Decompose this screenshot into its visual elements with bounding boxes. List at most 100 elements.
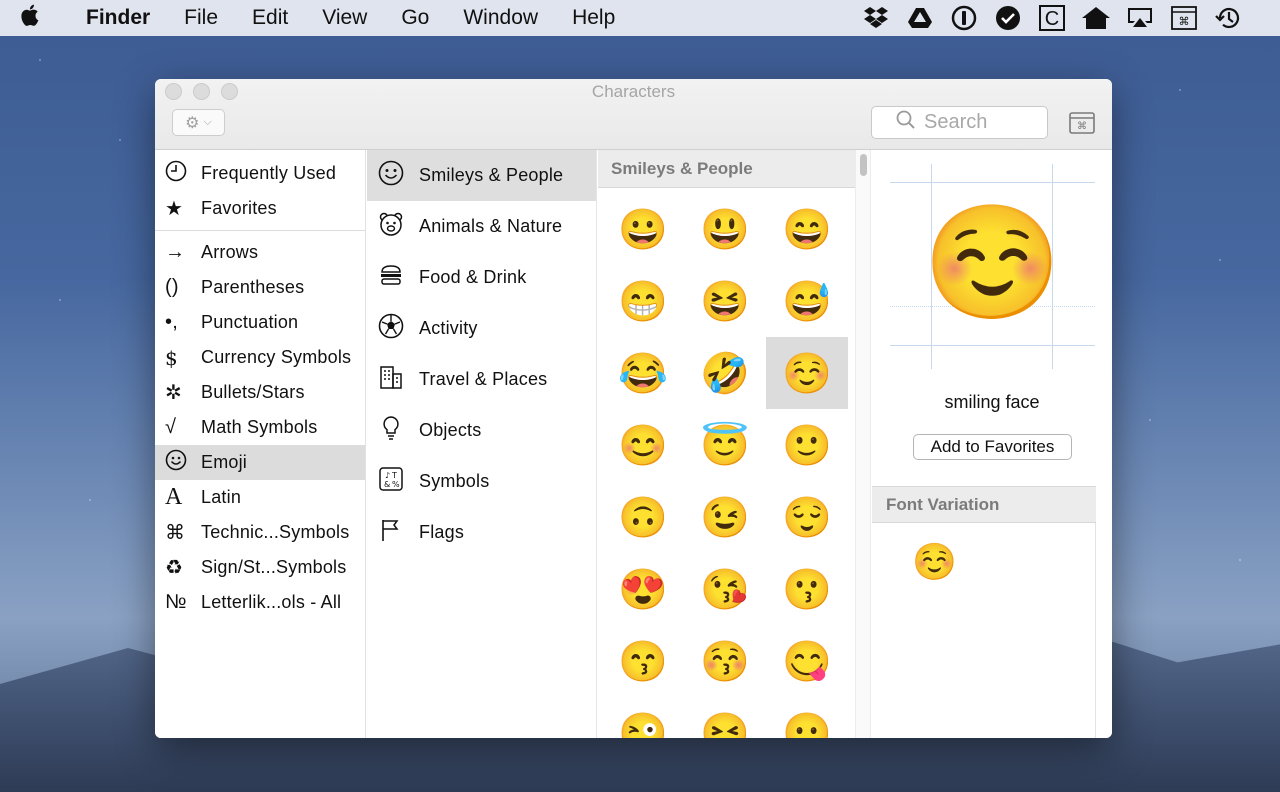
category-label: Latin [201, 487, 242, 507]
c-box-icon[interactable]: C [1030, 0, 1074, 36]
category-punctuation[interactable]: •, Punctuation [155, 305, 365, 340]
smiley-icon [165, 449, 201, 477]
emoji-cell[interactable]: 😇 [684, 409, 766, 481]
characters-window: Characters ⚙ ⌵ Search ⌘ Frequently Used … [155, 79, 1112, 738]
menu-app-name[interactable]: Finder [60, 6, 167, 30]
subcategory-travel-places[interactable]: Travel & Places [367, 354, 596, 405]
lightbulb-icon [378, 415, 419, 447]
category-arrows[interactable]: → Arrows [155, 235, 365, 270]
menu-file[interactable]: File [167, 6, 235, 30]
building-icon [378, 364, 419, 396]
emoji-cell[interactable]: 😉 [684, 481, 766, 553]
subcategory-flags[interactable]: Flags [367, 507, 596, 558]
menu-window[interactable]: Window [446, 6, 555, 30]
category-technical-symbols[interactable]: ⌘ Technic...Symbols [155, 515, 365, 550]
character-grid-pane: Smileys & People 😀 😃 😄 😁 😆 😅 😂 🤣 ☺️ 😊 😇 … [598, 150, 855, 738]
emoji-cell[interactable]: 😗 [766, 553, 848, 625]
search-placeholder: Search [924, 111, 988, 133]
subcategory-label: Objects [419, 420, 482, 440]
emoji-cell[interactable]: 😛 [766, 697, 848, 739]
subcategory-label: Flags [419, 522, 465, 542]
subcategory-symbols[interactable]: ♪ T &% Symbols [367, 456, 596, 507]
emoji-cell[interactable]: 😘 [684, 553, 766, 625]
airplay-icon[interactable] [1118, 0, 1162, 36]
subcategory-label: Travel & Places [419, 369, 548, 389]
category-parentheses[interactable]: () Parentheses [155, 270, 365, 305]
emoji-cell[interactable]: 🙃 [602, 481, 684, 553]
arrow-icon: → [165, 241, 186, 263]
font-variation-glyph[interactable]: ☺️ [912, 541, 957, 583]
menu-edit[interactable]: Edit [235, 6, 305, 30]
add-to-favorites-button[interactable]: Add to Favorites [913, 434, 1072, 460]
keyboard-viewer-button[interactable]: ⌘ [1069, 111, 1095, 135]
subcategory-activity[interactable]: Activity [367, 303, 596, 354]
subcategory-list: Smileys & People Animals & Nature Food &… [367, 150, 597, 738]
menu-bar: Finder File Edit View Go Window Help C ⌘ [0, 0, 1280, 36]
emoji-cell[interactable]: 😀 [602, 193, 684, 265]
category-sign-standard-symbols[interactable]: ♻ Sign/St...Symbols [155, 550, 365, 585]
menu-view[interactable]: View [305, 6, 384, 30]
grid-scrollbar[interactable] [855, 150, 871, 738]
dollar-icon: $ [165, 345, 178, 370]
category-bullets-stars[interactable]: ✲ Bullets/Stars [155, 375, 365, 410]
category-label: Arrows [201, 242, 259, 262]
menu-go[interactable]: Go [384, 6, 446, 30]
emoji-cell[interactable]: 😜 [602, 697, 684, 739]
smiley-icon [378, 160, 419, 192]
emoji-cell-selected[interactable]: ☺️ [766, 337, 848, 409]
character-detail-pane: ☺️ smiling face Add to Favorites Font Va… [872, 150, 1112, 738]
asterisk-icon: ✲ [165, 382, 182, 404]
svg-text:⌘: ⌘ [1077, 121, 1087, 132]
category-label: Sign/St...Symbols [201, 557, 347, 577]
emoji-cell[interactable]: 🙂 [766, 409, 848, 481]
subcategory-food-drink[interactable]: Food & Drink [367, 252, 596, 303]
google-drive-icon[interactable] [898, 0, 942, 36]
punctuation-icon: •, [165, 311, 178, 333]
emoji-cell[interactable]: 😌 [766, 481, 848, 553]
parentheses-icon: () [165, 276, 179, 298]
emoji-cell[interactable]: 😂 [602, 337, 684, 409]
emoji-cell[interactable]: 😆 [684, 265, 766, 337]
apple-logo-icon[interactable] [0, 4, 60, 32]
category-currency-symbols[interactable]: $ Currency Symbols [155, 340, 365, 375]
category-emoji[interactable]: Emoji [155, 445, 365, 480]
emoji-cell[interactable]: 😚 [684, 625, 766, 697]
category-label: Favorites [201, 198, 277, 218]
emoji-cell[interactable]: 😅 [766, 265, 848, 337]
emoji-cell[interactable]: 😊 [602, 409, 684, 481]
emoji-cell[interactable]: 😁 [602, 265, 684, 337]
category-latin[interactable]: A Latin [155, 480, 365, 515]
house-icon[interactable] [1074, 0, 1118, 36]
flag-icon [378, 517, 419, 549]
emoji-cell[interactable]: 😃 [684, 193, 766, 265]
emoji-cell[interactable]: 😝 [684, 697, 766, 739]
emoji-cell[interactable]: 😋 [766, 625, 848, 697]
gear-menu-button[interactable]: ⚙ ⌵ [172, 109, 225, 136]
symbols-icon: ♪ T &% [378, 466, 419, 498]
category-label: Currency Symbols [201, 347, 352, 367]
star-icon: ★ [165, 198, 184, 220]
checkmark-circle-icon[interactable] [986, 0, 1030, 36]
category-math-symbols[interactable]: √ Math Symbols [155, 410, 365, 445]
scrollbar-thumb[interactable] [860, 154, 867, 176]
svg-text:♪: ♪ [385, 471, 390, 480]
subcategory-smileys-people[interactable]: Smileys & People [367, 150, 596, 201]
keyboard-viewer-icon[interactable]: ⌘ [1162, 0, 1206, 36]
category-label: Parentheses [201, 277, 305, 297]
subcategory-animals-nature[interactable]: Animals & Nature [367, 201, 596, 252]
menu-help[interactable]: Help [555, 6, 632, 30]
subcategory-objects[interactable]: Objects [367, 405, 596, 456]
search-field[interactable]: Search [871, 106, 1048, 139]
emoji-cell[interactable]: 😄 [766, 193, 848, 265]
category-favorites[interactable]: ★ Favorites [155, 191, 365, 226]
emoji-cell[interactable]: 🤣 [684, 337, 766, 409]
category-frequently-used[interactable]: Frequently Used [155, 156, 365, 191]
1password-icon[interactable] [942, 0, 986, 36]
time-machine-icon[interactable] [1206, 0, 1250, 36]
emoji-cell[interactable]: 😍 [602, 553, 684, 625]
category-letterlike-symbols[interactable]: № Letterlik...ols - All [155, 585, 365, 620]
emoji-cell[interactable]: 😙 [602, 625, 684, 697]
dropbox-icon[interactable] [854, 0, 898, 36]
character-name: smiling face [944, 392, 1040, 412]
svg-text:&: & [384, 480, 390, 489]
